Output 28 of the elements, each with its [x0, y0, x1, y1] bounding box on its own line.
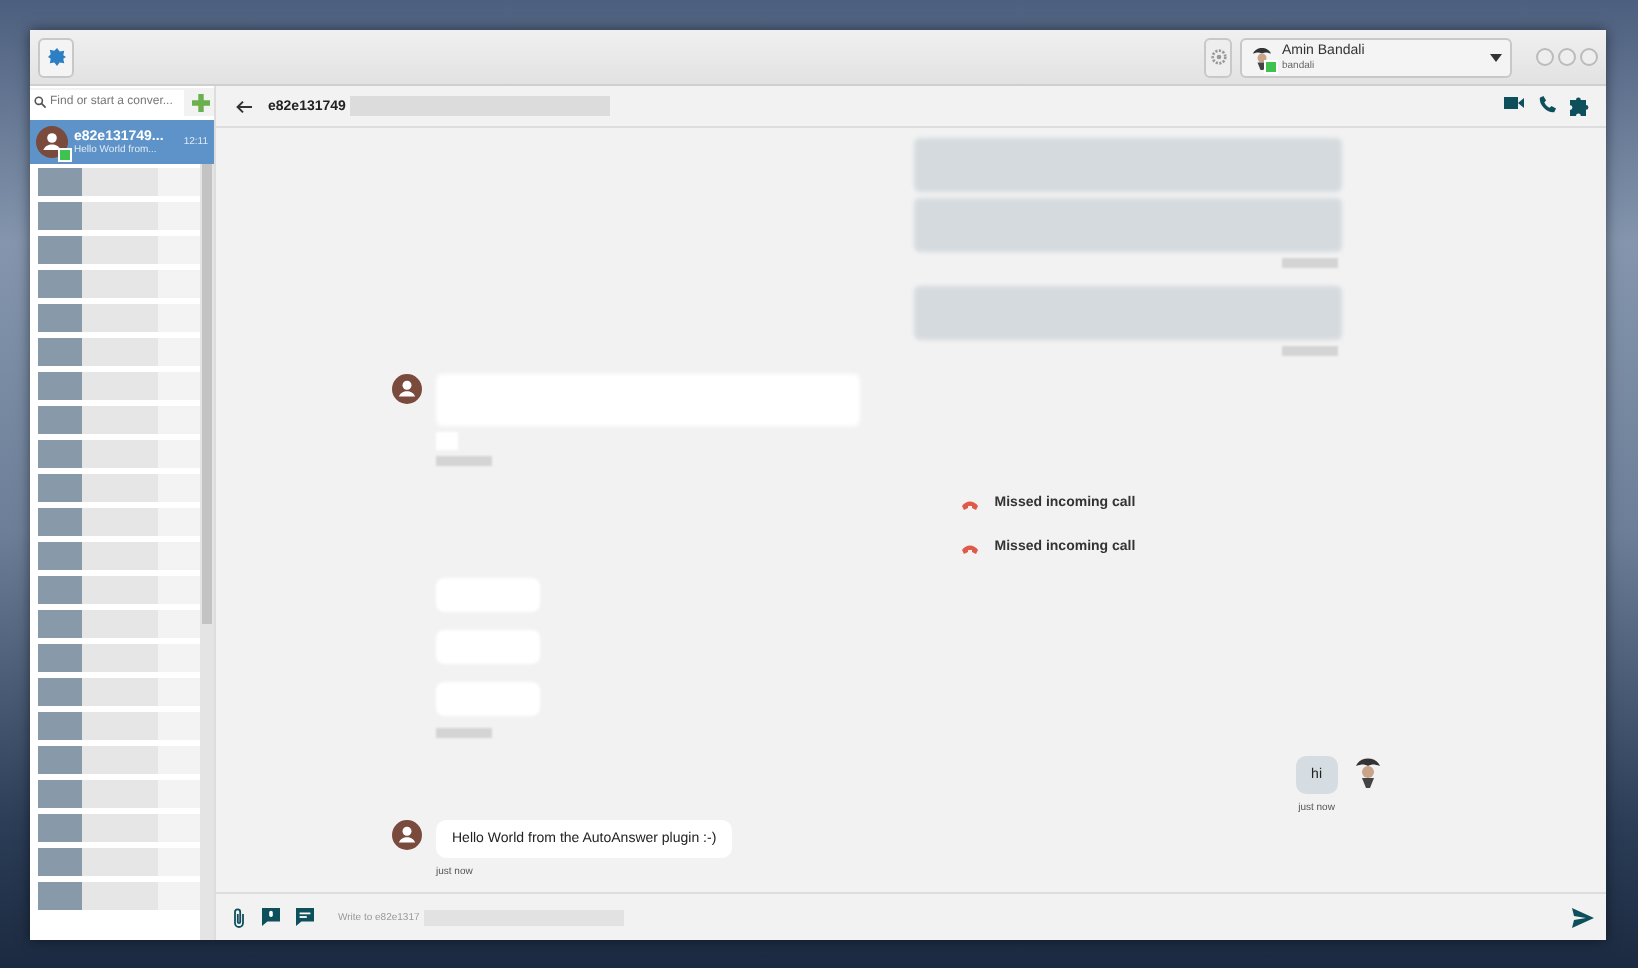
- app-logo-icon: [47, 48, 65, 66]
- voice-message-button[interactable]: [262, 908, 280, 926]
- search-icon: [34, 96, 46, 108]
- attach-button[interactable]: [232, 907, 246, 927]
- plus-icon: [192, 93, 210, 111]
- dropdown-caret-icon: [1490, 53, 1502, 61]
- back-button[interactable]: [236, 99, 252, 113]
- chat-bubble-icon: [296, 908, 314, 926]
- send-button[interactable]: [1572, 907, 1594, 927]
- video-camera-icon: [1504, 96, 1524, 110]
- paperclip-icon: [232, 907, 246, 927]
- plugins-button[interactable]: [1570, 96, 1590, 116]
- chat-bubble-microphone-icon: [262, 908, 280, 926]
- redacted-timestamp: [436, 728, 492, 738]
- settings-icon: [1209, 48, 1227, 66]
- missed-call-icon: [962, 497, 979, 509]
- phone-icon: [1538, 96, 1556, 114]
- missed-call-icon: [962, 541, 979, 553]
- redacted-timestamp: [1282, 346, 1338, 356]
- chat-options-button[interactable]: [296, 908, 314, 926]
- puzzle-piece-icon: [1570, 96, 1590, 116]
- send-icon: [1572, 907, 1594, 927]
- redacted-timestamp: [1282, 258, 1338, 268]
- back-arrow-icon: [236, 99, 252, 113]
- user-avatar-icon: [1250, 45, 1274, 69]
- redacted-timestamp: [436, 456, 492, 466]
- audio-call-button[interactable]: [1538, 96, 1556, 116]
- app-menu-button[interactable]: [38, 37, 74, 77]
